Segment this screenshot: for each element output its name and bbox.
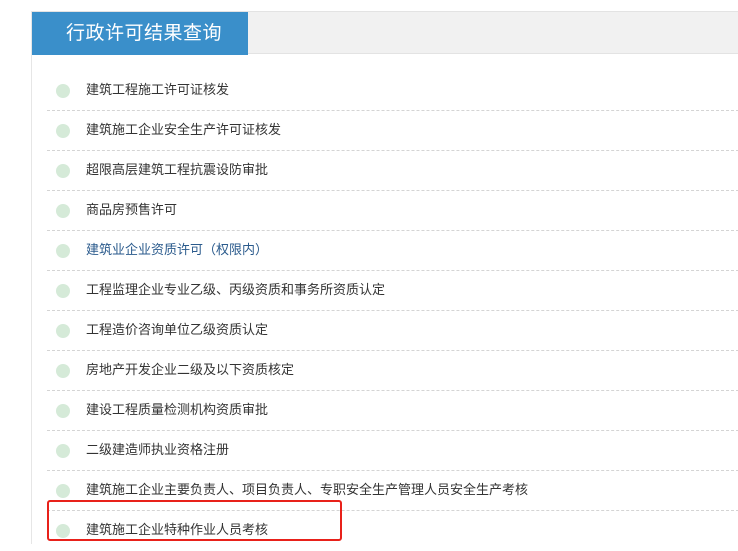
list-item-label: 工程监理企业专业乙级、丙级资质和事务所资质认定 bbox=[86, 283, 386, 298]
list-item-supervision-qualification[interactable]: 工程监理企业专业乙级、丙级资质和事务所资质认定 bbox=[47, 271, 738, 311]
bullet-icon bbox=[56, 484, 70, 498]
bullet-icon bbox=[56, 204, 70, 218]
list-item-special-operations-assessment[interactable]: 建筑施工企业特种作业人员考核 bbox=[47, 511, 738, 551]
list-item-label: 二级建造师执业资格注册 bbox=[86, 443, 230, 458]
bullet-icon bbox=[56, 404, 70, 418]
list-item-construction-enterprise-qualification[interactable]: 建筑业企业资质许可（权限内） bbox=[47, 231, 738, 271]
results-panel: 行政许可结果查询 建筑工程施工许可证核发 建筑施工企业安全生产许可证核发 超限高… bbox=[31, 11, 738, 544]
list-item-presale-permit[interactable]: 商品房预售许可 bbox=[47, 191, 738, 231]
list-item-testing-agency-qualification[interactable]: 建设工程质量检测机构资质审批 bbox=[47, 391, 738, 431]
list-item-label: 商品房预售许可 bbox=[86, 203, 178, 218]
bullet-icon bbox=[56, 324, 70, 338]
list-item-label: 工程造价咨询单位乙级资质认定 bbox=[86, 323, 269, 338]
bullet-icon bbox=[56, 444, 70, 458]
list-item-label: 建筑业企业资质许可（权限内） bbox=[86, 243, 269, 258]
list-item-label: 房地产开发企业二级及以下资质核定 bbox=[86, 363, 295, 378]
list-item-label: 建筑施工企业特种作业人员考核 bbox=[86, 523, 269, 538]
list-item-seismic-approval[interactable]: 超限高层建筑工程抗震设防审批 bbox=[47, 151, 738, 191]
bullet-icon bbox=[56, 284, 70, 298]
bullet-icon bbox=[56, 84, 70, 98]
bullet-icon bbox=[56, 124, 70, 138]
bullet-icon bbox=[56, 164, 70, 178]
list-item-label: 建筑工程施工许可证核发 bbox=[86, 83, 230, 98]
list-item-safety-production-permit[interactable]: 建筑施工企业安全生产许可证核发 bbox=[47, 111, 738, 151]
list-item-constructor-registration[interactable]: 二级建造师执业资格注册 bbox=[47, 431, 738, 471]
list-item-label: 超限高层建筑工程抗震设防审批 bbox=[86, 163, 269, 178]
bullet-icon bbox=[56, 244, 70, 258]
list-item-real-estate-qualification[interactable]: 房地产开发企业二级及以下资质核定 bbox=[47, 351, 738, 391]
bullet-icon bbox=[56, 524, 70, 538]
permit-list: 建筑工程施工许可证核发 建筑施工企业安全生产许可证核发 超限高层建筑工程抗震设防… bbox=[32, 71, 738, 551]
panel-title-tab: 行政许可结果查询 bbox=[32, 12, 248, 55]
list-item-safety-personnel-assessment[interactable]: 建筑施工企业主要负责人、项目负责人、专职安全生产管理人员安全生产考核 bbox=[47, 471, 738, 511]
bullet-icon bbox=[56, 364, 70, 378]
panel-header: 行政许可结果查询 bbox=[32, 11, 738, 55]
list-item-construction-permit[interactable]: 建筑工程施工许可证核发 bbox=[47, 71, 738, 111]
list-item-label: 建筑施工企业主要负责人、项目负责人、专职安全生产管理人员安全生产考核 bbox=[86, 483, 529, 498]
list-item-label: 建筑施工企业安全生产许可证核发 bbox=[86, 123, 282, 138]
list-item-label: 建设工程质量检测机构资质审批 bbox=[86, 403, 269, 418]
list-item-cost-consulting-qualification[interactable]: 工程造价咨询单位乙级资质认定 bbox=[47, 311, 738, 351]
